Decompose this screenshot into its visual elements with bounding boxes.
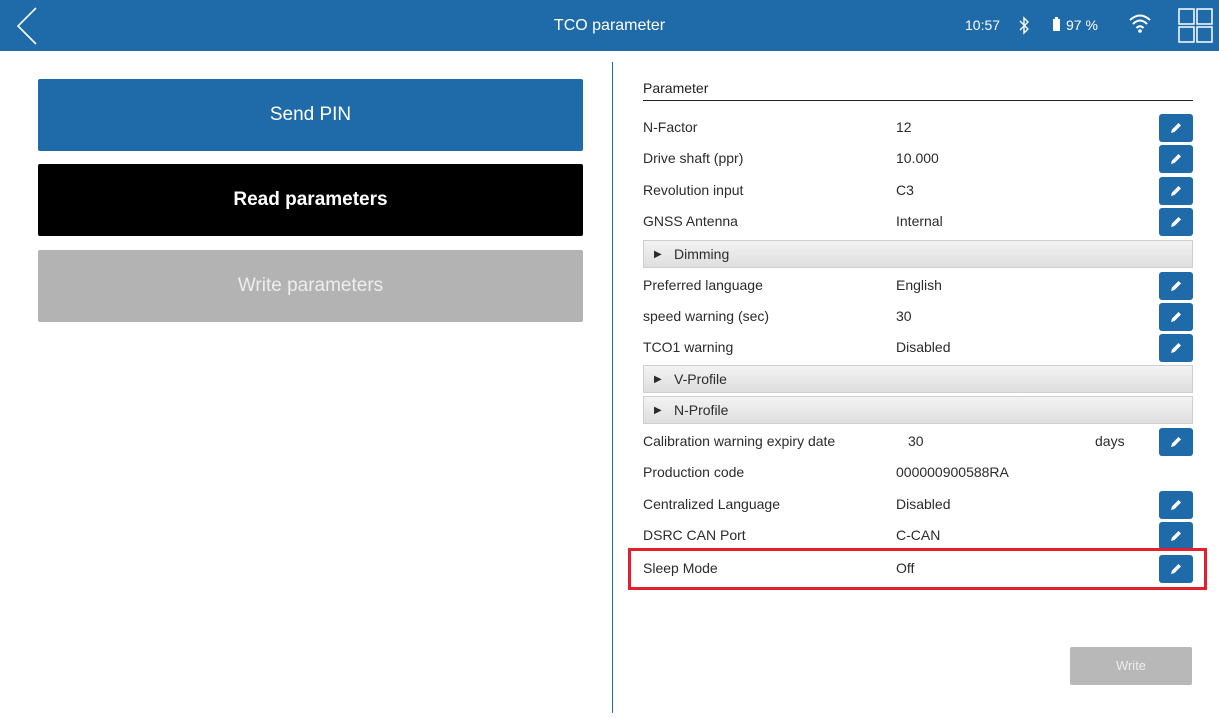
pencil-icon bbox=[1171, 437, 1181, 447]
param-label: N-Factor bbox=[643, 119, 698, 135]
edit-speed-warning-button[interactable] bbox=[1159, 303, 1193, 331]
param-label: speed warning (sec) bbox=[643, 308, 770, 324]
write-button[interactable]: Write bbox=[1070, 647, 1192, 685]
pencil-icon bbox=[1171, 343, 1181, 353]
param-label: Drive shaft (ppr) bbox=[643, 150, 744, 166]
pencil-icon bbox=[1171, 500, 1181, 510]
pencil-icon bbox=[1171, 154, 1181, 164]
param-label: GNSS Antenna bbox=[643, 213, 738, 229]
param-label: Centralized Language bbox=[643, 496, 780, 512]
pencil-icon bbox=[1171, 123, 1181, 133]
param-label: Revolution input bbox=[643, 182, 744, 198]
param-label: Production code bbox=[643, 464, 745, 480]
group-dimming[interactable]: ▶ Dimming bbox=[643, 240, 1193, 268]
read-parameters-button[interactable]: Read parameters bbox=[38, 164, 583, 236]
param-value: C-CAN bbox=[896, 527, 941, 543]
pencil-icon bbox=[1171, 531, 1181, 541]
param-row-drive-shaft: Drive shaft (ppr) 10.000 bbox=[643, 143, 1193, 174]
edit-n-factor-button[interactable] bbox=[1159, 114, 1193, 142]
param-value: C3 bbox=[896, 182, 914, 198]
battery-icon bbox=[1050, 0, 1064, 51]
panel-divider bbox=[612, 62, 613, 713]
param-row-n-factor: N-Factor 12 bbox=[643, 112, 1193, 143]
param-row-preferred-language: Preferred language English bbox=[643, 270, 1193, 301]
param-value: 12 bbox=[896, 119, 912, 135]
param-row-revolution-input: Revolution input C3 bbox=[643, 175, 1193, 206]
param-unit: days bbox=[1095, 433, 1125, 449]
param-value: Disabled bbox=[896, 339, 951, 355]
page-title: TCO parameter bbox=[553, 17, 666, 34]
battery-level: 97 % bbox=[1066, 17, 1098, 33]
edit-dsrc-can-port-button[interactable] bbox=[1159, 522, 1193, 550]
sleep-mode-highlight-box bbox=[628, 548, 1207, 590]
param-label: TCO1 warning bbox=[643, 339, 734, 355]
param-row-gnss-antenna: GNSS Antenna Internal bbox=[643, 206, 1193, 237]
param-row-speed-warning: speed warning (sec) 30 bbox=[643, 301, 1193, 332]
edit-preferred-language-button[interactable] bbox=[1159, 272, 1193, 300]
write-parameters-button[interactable]: Write parameters bbox=[38, 250, 583, 322]
param-value: 30 bbox=[896, 308, 912, 324]
edit-calibration-warning-button[interactable] bbox=[1159, 428, 1193, 456]
group-n-profile[interactable]: ▶ N-Profile bbox=[643, 396, 1193, 424]
param-value: 30 bbox=[908, 433, 924, 449]
param-row-tco1-warning: TCO1 warning Disabled bbox=[643, 332, 1193, 363]
param-row-dsrc-can-port: DSRC CAN Port C-CAN bbox=[643, 520, 1193, 551]
group-label: V-Profile bbox=[674, 371, 727, 387]
param-value: 10.000 bbox=[896, 150, 939, 166]
param-label: Preferred language bbox=[643, 277, 763, 293]
send-pin-button[interactable]: Send PIN bbox=[38, 79, 583, 151]
edit-centralized-language-button[interactable] bbox=[1159, 491, 1193, 519]
param-value: Disabled bbox=[896, 496, 951, 512]
triangle-right-icon: ▶ bbox=[654, 405, 662, 416]
edit-drive-shaft-button[interactable] bbox=[1159, 145, 1193, 173]
triangle-right-icon: ▶ bbox=[654, 374, 662, 385]
top-bar: TCO parameter 10:57 97 % bbox=[0, 0, 1219, 51]
param-label: Calibration warning expiry date bbox=[643, 433, 836, 449]
param-value: Internal bbox=[896, 213, 943, 229]
group-label: Dimming bbox=[674, 246, 730, 262]
parameter-section-title: Parameter bbox=[643, 80, 1193, 101]
param-row-production-code: Production code 000000900588RA bbox=[643, 457, 1193, 488]
param-value: English bbox=[896, 277, 942, 293]
clock: 10:57 bbox=[965, 17, 1001, 33]
wifi-icon bbox=[1128, 0, 1152, 51]
param-row-calibration-warning: Calibration warning expiry date 30 days bbox=[643, 426, 1193, 457]
edit-revolution-input-button[interactable] bbox=[1159, 177, 1193, 205]
param-value: 000000900588RA bbox=[896, 464, 1009, 480]
edit-gnss-antenna-button[interactable] bbox=[1159, 208, 1193, 236]
pencil-icon bbox=[1171, 217, 1181, 227]
bluetooth-icon bbox=[1017, 0, 1031, 51]
group-label: N-Profile bbox=[674, 402, 729, 418]
pencil-icon bbox=[1171, 281, 1181, 291]
pencil-icon bbox=[1171, 186, 1181, 196]
edit-tco1-warning-button[interactable] bbox=[1159, 334, 1193, 362]
group-v-profile[interactable]: ▶ V-Profile bbox=[643, 365, 1193, 393]
grid-menu-icon[interactable] bbox=[1178, 8, 1214, 44]
triangle-right-icon: ▶ bbox=[654, 249, 662, 260]
param-row-centralized-language: Centralized Language Disabled bbox=[643, 489, 1193, 520]
param-label: DSRC CAN Port bbox=[643, 527, 746, 543]
pencil-icon bbox=[1171, 312, 1181, 322]
